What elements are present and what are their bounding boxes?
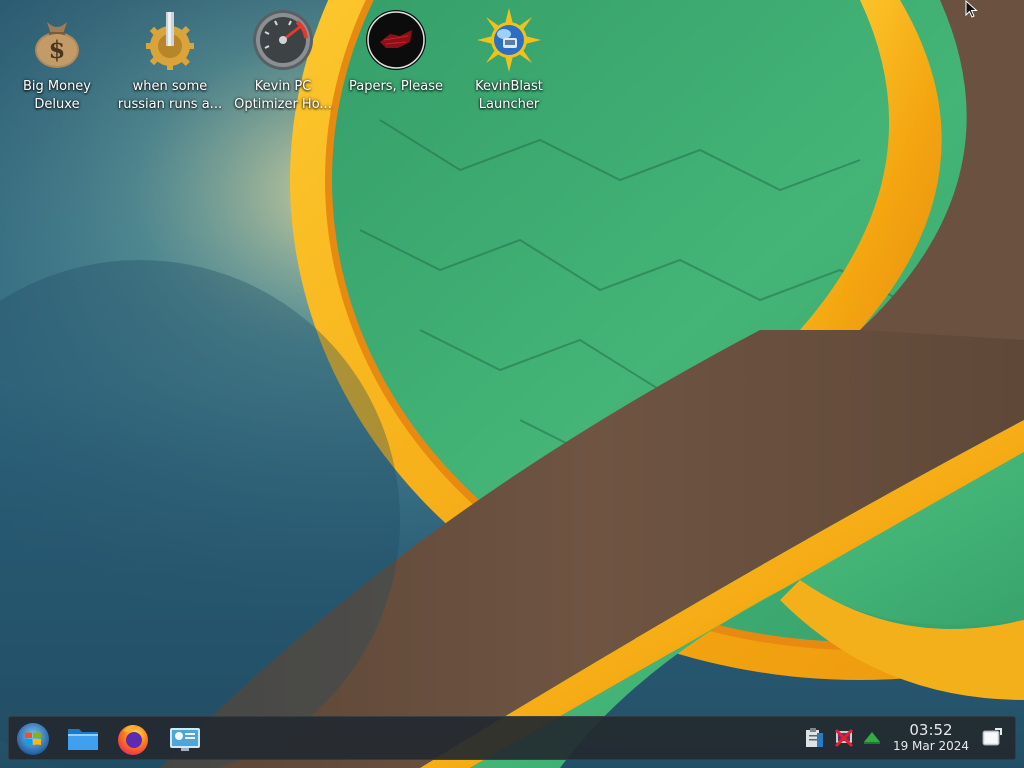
desktop-icon-label: Kevin PC Optimizer Ho... — [234, 79, 332, 112]
desktop-icon-kevinblast-launcher[interactable]: KevinBlast Launcher — [453, 6, 565, 116]
papers-please-icon — [364, 8, 428, 72]
clock-date: 19 Mar 2024 — [892, 739, 970, 753]
firefox-button[interactable] — [115, 721, 151, 757]
updates-arrow-icon — [864, 732, 880, 744]
mouse-cursor-icon — [965, 0, 978, 18]
clipboard-tray-button[interactable] — [803, 727, 825, 749]
firefox-icon — [118, 725, 148, 755]
desktop-icon-kevin-pc-optimizer[interactable]: Kevin PC Optimizer Ho... — [227, 6, 339, 116]
taskbar[interactable]: 03:52 19 Mar 2024 — [8, 716, 1016, 760]
network-tray-button[interactable] — [833, 727, 855, 749]
svg-text:$: $ — [49, 35, 66, 64]
sun-globe-icon — [477, 8, 541, 72]
speedometer-icon — [251, 8, 315, 72]
control-panel-button[interactable] — [167, 721, 203, 757]
file-manager-button[interactable] — [65, 721, 101, 757]
desktop-icon-big-money-deluxe[interactable]: $ Big Money Deluxe — [1, 6, 113, 116]
gear-icon — [138, 8, 202, 72]
desktop-icon-label: KevinBlast Launcher — [475, 79, 543, 112]
desktop-icon-label: Papers, Please — [348, 79, 444, 94]
money-bag-icon: $ — [25, 8, 89, 72]
show-desktop-icon — [982, 728, 1002, 746]
network-disconnected-icon — [834, 728, 854, 748]
desktop-icon-papers-please[interactable]: Papers, Please — [340, 6, 452, 116]
desktop-icon-when-some-russian[interactable]: when some russian runs a... — [114, 6, 226, 116]
clock-time: 03:52 — [909, 721, 953, 739]
show-desktop-button[interactable] — [981, 727, 1003, 749]
start-menu-icon — [17, 723, 49, 755]
file-manager-icon — [68, 729, 98, 750]
control-panel-icon — [170, 728, 200, 751]
updates-tray-button[interactable] — [861, 727, 883, 749]
start-menu-button[interactable] — [15, 721, 51, 757]
desktop[interactable]: $ Big Money Deluxe when some russian run… — [0, 0, 1024, 768]
clipboard-icon — [806, 728, 823, 747]
desktop-icon-label: when some russian runs a... — [117, 79, 223, 112]
clock[interactable]: 03:52 19 Mar 2024 — [889, 721, 973, 754]
desktop-icon-label: Big Money Deluxe — [22, 79, 91, 112]
